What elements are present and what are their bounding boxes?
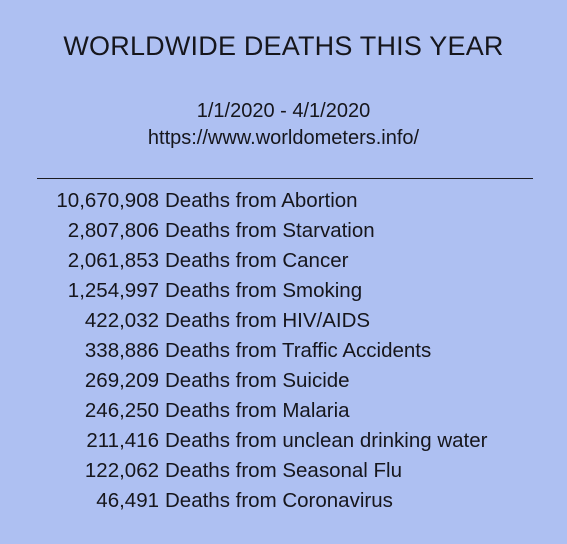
date-range: 1/1/2020 - 4/1/2020	[196, 100, 371, 122]
list-item: 422,032 Deaths from HIV/AIDS	[0, 306, 567, 336]
death-count: 2,061,853	[67, 249, 159, 272]
deaths-list: 10,670,908 Deaths from Abortion 2,807,80…	[0, 186, 567, 516]
death-cause: Deaths from Seasonal Flu	[165, 459, 403, 482]
death-count: 211,416	[86, 429, 159, 452]
death-cause: Deaths from Malaria	[165, 399, 350, 422]
list-item: 2,061,853 Deaths from Cancer	[0, 246, 567, 276]
death-cause: Deaths from Smoking	[165, 279, 363, 302]
death-cause: Deaths from HIV/AIDS	[165, 309, 371, 332]
death-count: 1,254,997	[67, 279, 159, 302]
death-cause: Deaths from Coronavirus	[165, 489, 393, 512]
death-count: 10,670,908	[56, 189, 159, 212]
source-url: https://www.worldometers.info/	[147, 127, 420, 149]
list-item: 2,807,806 Deaths from Starvation	[0, 216, 567, 246]
death-cause: Deaths from Cancer	[165, 249, 349, 272]
death-cause: Deaths from Abortion	[165, 189, 358, 212]
death-cause: Deaths from Traffic Accidents	[165, 339, 432, 362]
death-count: 46,491	[96, 489, 159, 512]
list-item: 122,062 Deaths from Seasonal Flu	[0, 456, 567, 486]
list-item: 211,416 Deaths from unclean drinking wat…	[0, 426, 567, 456]
death-count: 269,209	[84, 369, 159, 392]
list-item: 46,491 Deaths from Coronavirus	[0, 486, 567, 516]
infographic-card: WORLDWIDE DEATHS THIS YEAR 1/1/2020 - 4/…	[0, 0, 567, 544]
death-cause: Deaths from Suicide	[165, 369, 350, 392]
death-cause: Deaths from Starvation	[165, 219, 375, 242]
list-item: 1,254,997 Deaths from Smoking	[0, 276, 567, 306]
page-title: WORLDWIDE DEATHS THIS YEAR	[63, 31, 504, 61]
death-cause: Deaths from unclean drinking water	[165, 429, 488, 452]
death-count: 122,062	[84, 459, 159, 482]
list-item: 10,670,908 Deaths from Abortion	[0, 186, 567, 216]
death-count: 422,032	[84, 309, 159, 332]
death-count: 338,886	[84, 339, 159, 362]
list-item: 269,209 Deaths from Suicide	[0, 366, 567, 396]
death-count: 246,250	[84, 399, 159, 422]
death-count: 2,807,806	[67, 219, 159, 242]
list-item: 338,886 Deaths from Traffic Accidents	[0, 336, 567, 366]
divider	[37, 178, 533, 179]
list-item: 246,250 Deaths from Malaria	[0, 396, 567, 426]
